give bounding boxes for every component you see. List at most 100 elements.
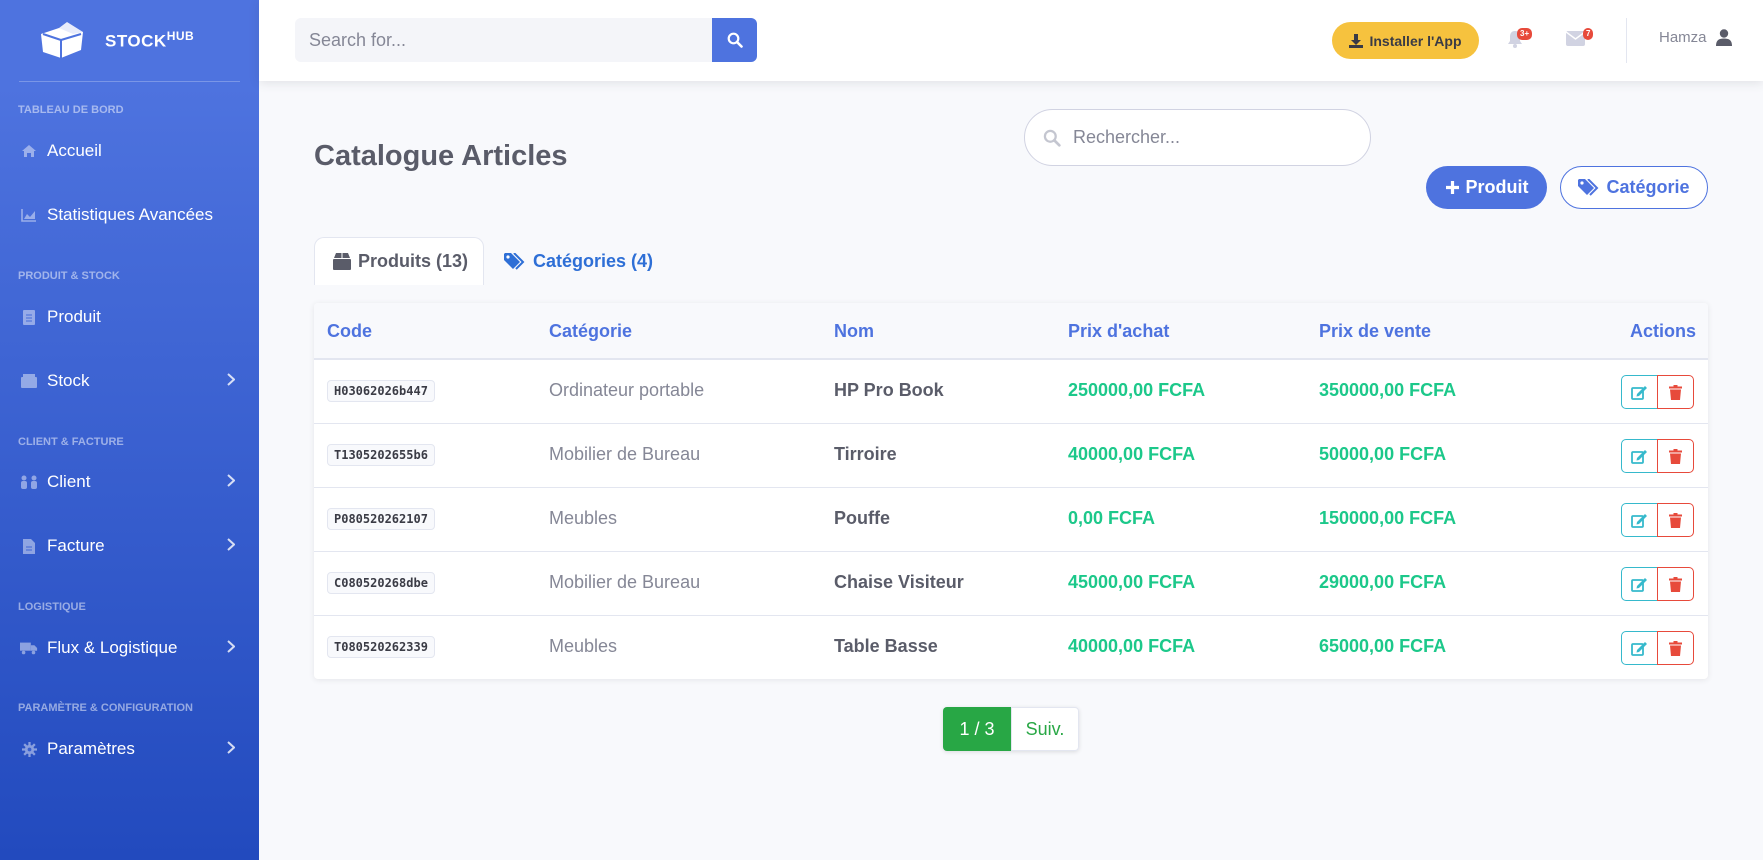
column-header-categorie[interactable]: Catégorie: [549, 321, 632, 342]
pagination: 1 / 3 Suiv.: [943, 707, 1079, 751]
chevron-right-icon: [227, 373, 235, 386]
product-category: Ordinateur portable: [549, 380, 705, 400]
sidebar-heading: LOGISTIQUE: [18, 601, 86, 613]
install-app-button[interactable]: Installer l'App: [1332, 22, 1479, 59]
delete-button[interactable]: [1657, 439, 1694, 473]
trash-icon: [1669, 512, 1682, 528]
sidebar-item-flux-logistique[interactable]: Flux & Logistique: [0, 623, 259, 673]
add-category-label: Catégorie: [1606, 177, 1690, 197]
sidebar-heading: TABLEAU DE BORD: [18, 104, 124, 116]
add-product-button[interactable]: Produit: [1426, 166, 1547, 209]
tags-icon: [504, 252, 525, 270]
download-icon: [1349, 33, 1364, 48]
trash-icon: [1669, 448, 1682, 464]
delete-button[interactable]: [1657, 503, 1694, 537]
edit-button[interactable]: [1621, 567, 1658, 601]
messages-badge: 7: [1583, 28, 1594, 40]
table-header: Code Catégorie Nom Prix d'achat Prix de …: [314, 303, 1708, 360]
page-title: Catalogue Articles: [314, 140, 568, 172]
column-header-prix-achat[interactable]: Prix d'achat: [1068, 321, 1169, 342]
current-page: 1 / 3: [943, 707, 1011, 751]
products-table: Code Catégorie Nom Prix d'achat Prix de …: [314, 303, 1708, 679]
topbar-divider: [1626, 18, 1627, 63]
add-category-button[interactable]: Catégorie: [1560, 166, 1708, 209]
delete-button[interactable]: [1657, 631, 1694, 665]
product-sale-price: 50000,00 FCFA: [1319, 444, 1447, 464]
sidebar-item-statistiques[interactable]: Statistiques Avancées: [0, 190, 259, 240]
product-purchase-price: 250000,00 FCFA: [1068, 380, 1206, 400]
product-name: HP Pro Book: [834, 380, 944, 400]
product-sale-price: 65000,00 FCFA: [1319, 636, 1447, 656]
product-code: P080520262107: [327, 508, 435, 530]
edit-icon: [1631, 385, 1647, 400]
next-page-button[interactable]: Suiv.: [1011, 707, 1079, 751]
truck-icon: [20, 639, 38, 657]
search-icon: [1043, 129, 1061, 147]
delete-button[interactable]: [1657, 375, 1694, 409]
logo-icon: [41, 21, 83, 58]
sidebar-item-label: Statistiques Avancées: [47, 205, 214, 224]
search-button[interactable]: [712, 18, 757, 62]
edit-icon: [1631, 577, 1647, 592]
tab-categories[interactable]: Catégories (4): [504, 237, 653, 285]
sidebar-divider: [19, 81, 240, 82]
column-header-nom[interactable]: Nom: [834, 321, 874, 342]
delete-button[interactable]: [1657, 567, 1694, 601]
row-actions: [1621, 375, 1694, 409]
chart-area-icon: [20, 206, 38, 224]
table-row: T1305202655b6 Mobilier de Bureau Tirroir…: [314, 424, 1708, 488]
sidebar-item-parametres[interactable]: Paramètres: [0, 724, 259, 774]
brand[interactable]: STOCKHUB: [0, 0, 259, 81]
search-icon: [727, 32, 743, 48]
product-purchase-price: 40000,00 FCFA: [1068, 444, 1196, 464]
edit-button[interactable]: [1621, 439, 1658, 473]
column-header-prix-vente[interactable]: Prix de vente: [1319, 321, 1431, 342]
sidebar-item-facture[interactable]: Facture: [0, 521, 259, 571]
topbar: Search for... Installer l'App 3+ 7 Hamza: [259, 0, 1763, 81]
chevron-right-icon: [227, 474, 235, 487]
sidebar-item-stock[interactable]: Stock: [0, 356, 259, 406]
invoice-icon: [20, 537, 38, 555]
sidebar-heading: CLIENT & FACTURE: [18, 436, 124, 448]
sidebar-item-label: Produit: [47, 307, 101, 326]
user-dropdown[interactable]: Hamza: [1659, 29, 1732, 46]
product-category: Meubles: [549, 508, 618, 528]
file-icon: [20, 308, 38, 326]
chevron-right-icon: [227, 741, 235, 754]
catalog-search-input[interactable]: Rechercher...: [1024, 109, 1371, 166]
tab-produits[interactable]: Produits (13): [314, 237, 484, 285]
sidebar-item-label: Paramètres: [47, 739, 135, 758]
edit-button[interactable]: [1621, 631, 1658, 665]
product-purchase-price: 0,00 FCFA: [1068, 508, 1156, 528]
product-purchase-price: 40000,00 FCFA: [1068, 636, 1196, 656]
plus-icon: [1445, 181, 1459, 194]
product-name: Tirroire: [834, 444, 897, 464]
messages-dropdown[interactable]: 7: [1565, 28, 1594, 51]
product-code: T080520262339: [327, 636, 435, 658]
edit-button[interactable]: [1621, 503, 1658, 537]
column-header-actions: Actions: [1630, 321, 1697, 341]
sidebar-item-accueil[interactable]: Accueil: [0, 126, 259, 176]
alerts-badge: 3+: [1517, 28, 1533, 40]
people-icon: [20, 473, 38, 491]
trash-icon: [1669, 640, 1682, 656]
product-name: Chaise Visiteur: [834, 572, 964, 592]
edit-icon: [1631, 449, 1647, 464]
tab-categories-label: Catégories (4): [533, 250, 654, 271]
sidebar-item-client[interactable]: Client: [0, 457, 259, 507]
product-code: C080520268dbe: [327, 572, 435, 594]
product-category: Mobilier de Bureau: [549, 444, 701, 464]
table-row: H03062026b447 Ordinateur portable HP Pro…: [314, 360, 1708, 424]
sidebar-item-label: Accueil: [47, 141, 102, 160]
tags-icon: [1578, 179, 1599, 196]
sidebar-item-label: Stock: [47, 371, 90, 390]
search-input[interactable]: Search for...: [295, 18, 712, 62]
edit-icon: [1631, 641, 1647, 656]
sidebar-item-produit[interactable]: Produit: [0, 292, 259, 342]
table-row: T080520262339 Meubles Table Basse 40000,…: [314, 616, 1708, 679]
alerts-dropdown[interactable]: 3+: [1507, 28, 1533, 53]
table-row: C080520268dbe Mobilier de Bureau Chaise …: [314, 552, 1708, 616]
column-header-code[interactable]: Code: [327, 321, 372, 342]
edit-button[interactable]: [1621, 375, 1658, 409]
edit-icon: [1631, 513, 1647, 528]
